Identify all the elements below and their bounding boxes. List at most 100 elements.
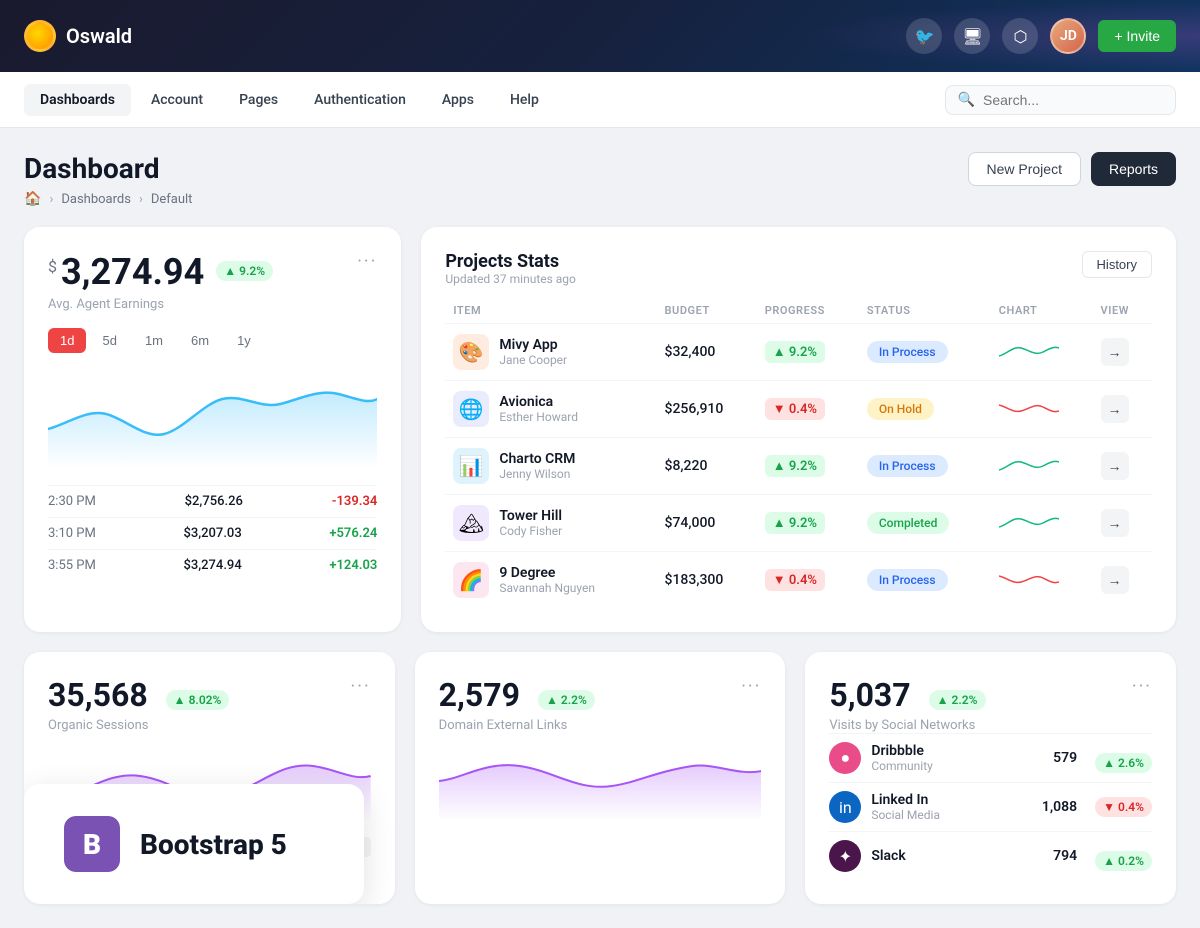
col-item: ITEM	[445, 298, 656, 324]
breadcrumb-dashboards[interactable]: Dashboards	[61, 192, 131, 207]
col-view: VIEW	[1093, 298, 1152, 324]
proj-chart	[991, 552, 1093, 609]
social-platform-icon: ●	[829, 742, 861, 774]
nav-account[interactable]: Account	[135, 84, 219, 116]
filter-1m[interactable]: 1m	[133, 328, 175, 353]
proj-budget: $8,220	[657, 438, 757, 495]
proj-avatar: 🎨	[453, 334, 489, 370]
social-count: 1,088	[1042, 799, 1077, 815]
proj-budget: $74,000	[657, 495, 757, 552]
breadcrumb-default: Default	[151, 192, 193, 207]
nav-authentication[interactable]: Authentication	[298, 84, 422, 116]
table-row: 🌐 Avionica Esther Howard $256,910 ▼ 0.4%…	[445, 381, 1152, 438]
proj-view[interactable]: →	[1093, 495, 1152, 552]
proj-view[interactable]: →	[1093, 552, 1152, 609]
new-project-button[interactable]: New Project	[968, 152, 1081, 186]
more-options-social[interactable]: ···	[1132, 676, 1152, 733]
stat-val-1: $2,756.26	[185, 494, 243, 509]
filter-5d[interactable]: 5d	[90, 328, 128, 353]
history-button[interactable]: History	[1082, 251, 1152, 278]
filter-1d[interactable]: 1d	[48, 328, 86, 353]
proj-status: On Hold	[859, 381, 991, 438]
reports-button[interactable]: Reports	[1091, 152, 1176, 186]
domain-badge: ▲ 2.2%	[538, 690, 595, 710]
stat-row-2: 3:10 PM $3,207.03 +576.24	[48, 517, 377, 549]
social-platform-icon: ✦	[829, 840, 861, 872]
proj-avatar: 🌐	[453, 391, 489, 427]
invite-button[interactable]: + Invite	[1098, 20, 1176, 52]
bootstrap-overlay: B Bootstrap 5	[24, 784, 364, 904]
nav-dashboards[interactable]: Dashboards	[24, 84, 131, 116]
proj-progress: ▼ 0.4%	[757, 381, 859, 438]
proj-view[interactable]: →	[1093, 381, 1152, 438]
social-value: 5,037	[829, 676, 910, 714]
currency-symbol: $	[48, 257, 57, 276]
social-badge: ▲ 2.6%	[1095, 753, 1152, 773]
earnings-stats: 2:30 PM $2,756.26 -139.34 3:10 PM $3,207…	[48, 485, 377, 581]
stat-row-3: 3:55 PM $3,274.94 +124.03	[48, 549, 377, 581]
page-header: Dashboard 🏠 › Dashboards › Default New P…	[24, 152, 1176, 207]
filter-1y[interactable]: 1y	[225, 328, 263, 353]
stat-val-3: $3,274.94	[183, 558, 241, 573]
proj-chart	[991, 324, 1093, 381]
nav-apps[interactable]: Apps	[426, 84, 490, 116]
table-row: 🎨 Mivy App Jane Cooper $32,400 ▲ 9.2% In…	[445, 324, 1152, 381]
nav-pages[interactable]: Pages	[223, 84, 294, 116]
more-options-organic[interactable]: ···	[351, 676, 371, 733]
arrow-up-icon: ▲	[546, 693, 558, 707]
view-arrow-button[interactable]: →	[1101, 395, 1129, 423]
earnings-badge: ▲ 9.2%	[216, 261, 273, 281]
proj-person: Savannah Nguyen	[499, 581, 595, 595]
proj-item-cell: 🌐 Avionica Esther Howard	[445, 381, 656, 438]
view-arrow-button[interactable]: →	[1101, 452, 1129, 480]
earnings-value: 3,274.94	[61, 251, 204, 293]
domain-label: Domain External Links	[439, 718, 595, 733]
screen-icon[interactable]: 🖥	[954, 18, 990, 54]
bottom-row: 35,568 ▲ 8.02% Organic Sessions ···	[24, 652, 1176, 904]
bird-icon[interactable]: 🐦	[906, 18, 942, 54]
proj-progress: ▼ 0.4%	[757, 552, 859, 609]
filter-6m[interactable]: 6m	[179, 328, 221, 353]
share-icon[interactable]: ⬡	[1002, 18, 1038, 54]
projects-updated: Updated 37 minutes ago	[445, 272, 576, 286]
proj-status: Completed	[859, 495, 991, 552]
projects-stats-card: Projects Stats Updated 37 minutes ago Hi…	[421, 227, 1176, 632]
earnings-amount-row: $ 3,274.94 ▲ 9.2%	[48, 251, 273, 293]
earnings-label: Avg. Agent Earnings	[48, 297, 273, 312]
table-row: 🏔 Tower Hill Cody Fisher $74,000 ▲ 9.2% …	[445, 495, 1152, 552]
col-chart: CHART	[991, 298, 1093, 324]
nav-bar: Dashboards Account Pages Authentication …	[0, 72, 1200, 128]
stat-row-1: 2:30 PM $2,756.26 -139.34	[48, 485, 377, 517]
domain-links-card: 2,579 ▲ 2.2% Domain External Links ···	[415, 652, 786, 904]
arrow-up-icon: ▲	[224, 264, 236, 278]
domain-chart	[439, 741, 762, 821]
proj-view[interactable]: →	[1093, 324, 1152, 381]
top-header: Oswald 🐦 🖥 ⬡ JD + Invite	[0, 0, 1200, 72]
proj-status: In Process	[859, 438, 991, 495]
proj-name: 9 Degree	[499, 565, 595, 581]
view-arrow-button[interactable]: →	[1101, 338, 1129, 366]
social-category: Community	[871, 759, 932, 773]
avatar[interactable]: JD	[1050, 18, 1086, 54]
social-platform-name: Dribbble	[871, 743, 932, 759]
view-arrow-button[interactable]: →	[1101, 509, 1129, 537]
bootstrap-icon: B	[64, 816, 120, 872]
proj-name: Avionica	[499, 394, 578, 410]
more-options-icon[interactable]: ···	[357, 251, 377, 272]
proj-name: Tower Hill	[499, 508, 562, 524]
search-input[interactable]	[983, 92, 1163, 108]
proj-view[interactable]: →	[1093, 438, 1152, 495]
search-bar[interactable]: 🔍	[945, 85, 1176, 115]
domain-value: 2,579	[439, 676, 520, 714]
social-list: ● Dribbble Community 579 ▲ 2.6% in Linke…	[829, 733, 1152, 880]
proj-avatar: 📊	[453, 448, 489, 484]
more-options-domain[interactable]: ···	[741, 676, 761, 733]
nav-help[interactable]: Help	[494, 84, 555, 116]
logo-icon	[24, 20, 56, 52]
home-icon: 🏠	[24, 191, 41, 207]
social-platform-name: Slack	[871, 848, 905, 864]
search-icon: 🔍	[958, 92, 975, 108]
proj-status: In Process	[859, 552, 991, 609]
view-arrow-button[interactable]: →	[1101, 566, 1129, 594]
stat-time-1: 2:30 PM	[48, 494, 96, 509]
